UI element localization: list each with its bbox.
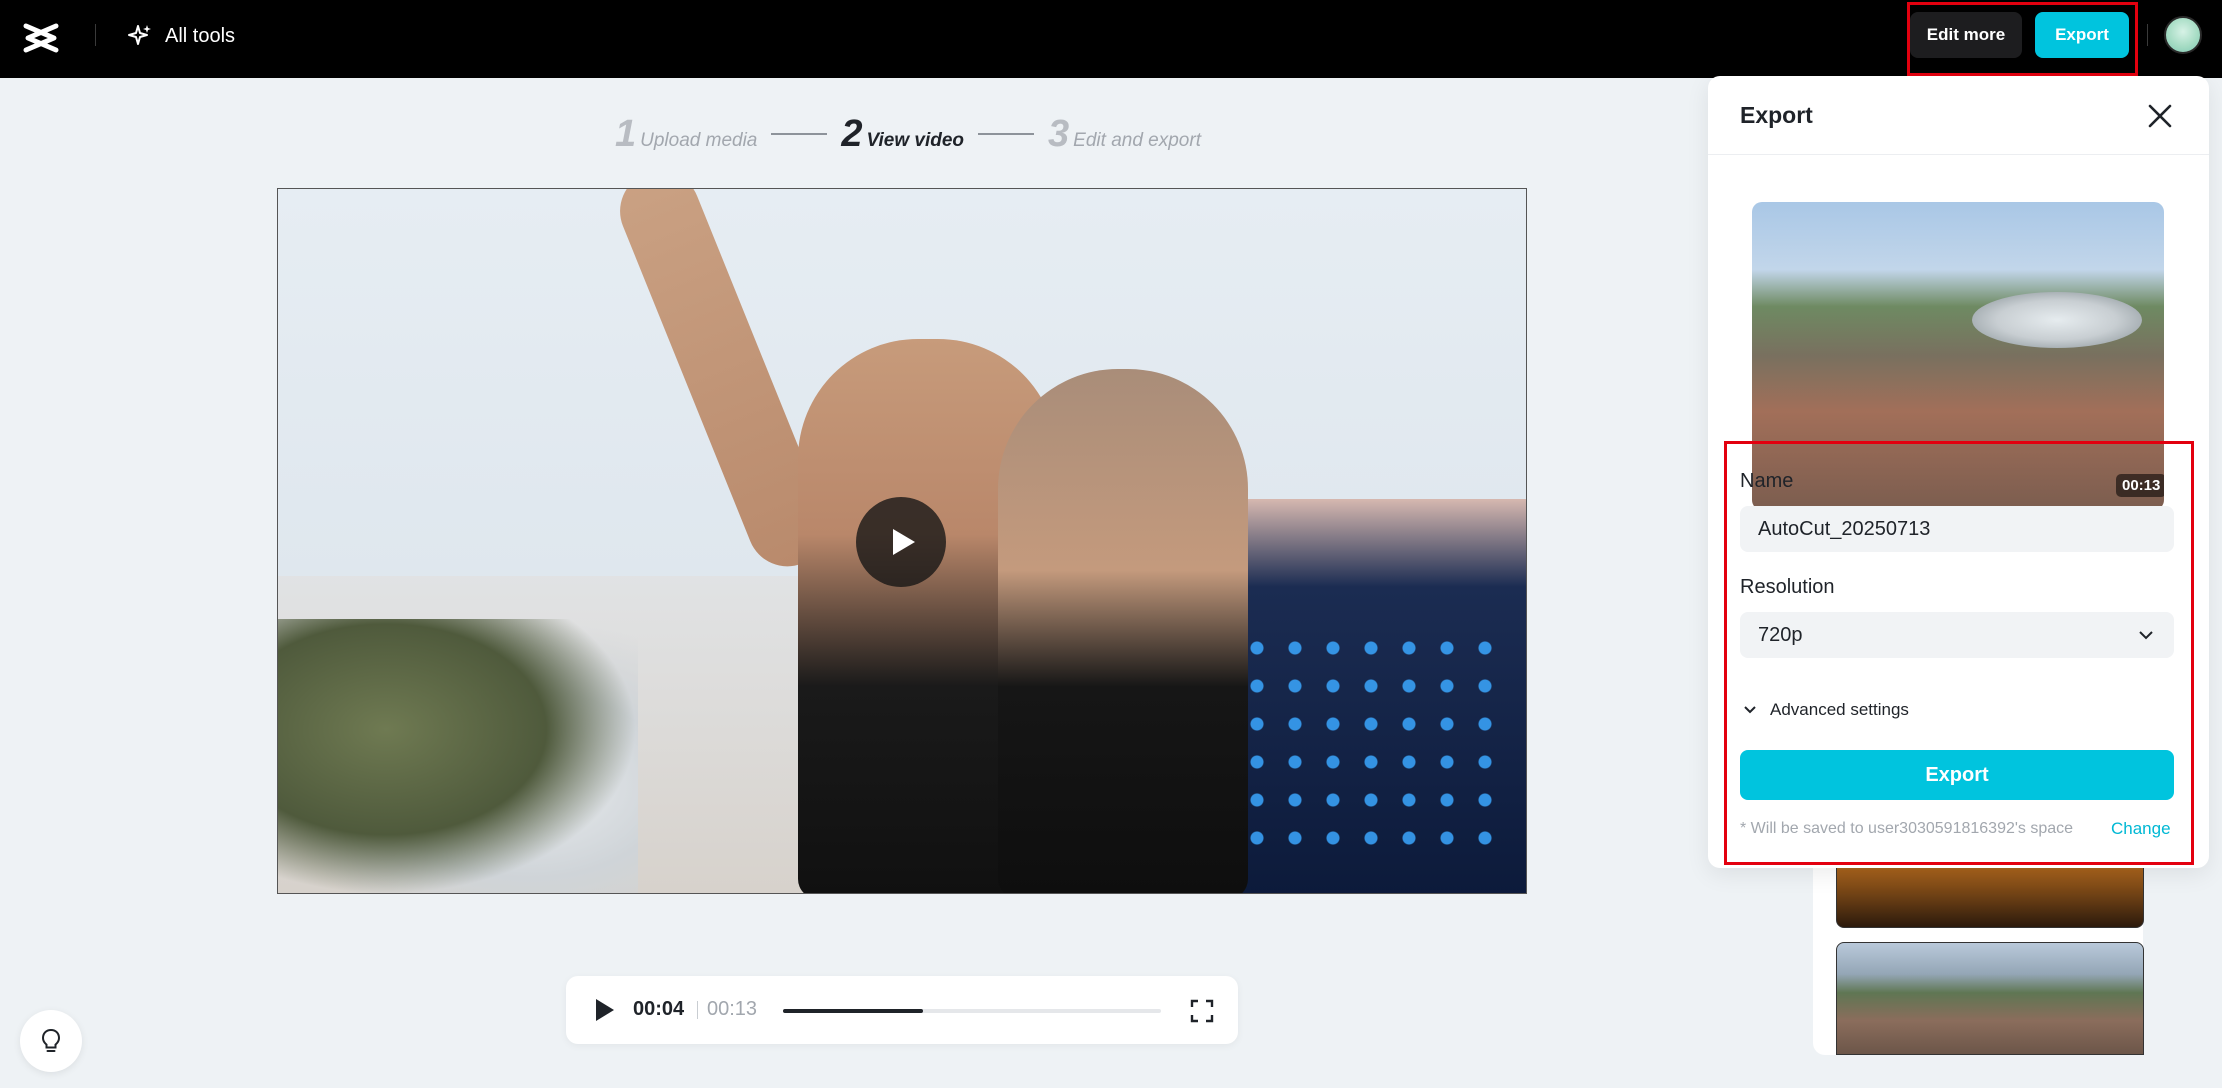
step-number: 1 [615,112,637,155]
total-time: 00:13 [707,998,758,1020]
chevron-down-icon [2139,631,2153,640]
player-controls: 00:04 00:13 [566,976,1238,1044]
sparkle-icon [128,25,151,45]
step-label: Upload media [640,129,758,151]
advanced-settings-label: Advanced settings [1770,700,1909,719]
clip-thumbnail[interactable] [1836,942,2144,1055]
progress-fill [783,1009,923,1013]
fullscreen-icon[interactable] [1189,998,1215,1024]
save-location-note: * Will be saved to user3030591816392's s… [1740,820,2074,837]
change-location-link[interactable]: Change [2111,819,2171,839]
divider [697,1001,698,1019]
divider [2147,24,2148,46]
step-connector [978,133,1035,135]
step-label: Edit and export [1073,129,1201,151]
divider [95,24,96,46]
lightbulb-icon [41,1028,61,1052]
resolution-label: Resolution [1740,576,1835,598]
progress-steps: 1 Upload media 2 View video 3 Edit and e… [615,112,1201,156]
chevron-down-icon [1744,706,1756,714]
avatar[interactable] [2164,16,2202,54]
progress-slider[interactable] [783,1009,1161,1013]
video-preview[interactable] [277,188,1527,894]
step-connector [771,133,828,135]
play-icon[interactable] [590,996,618,1024]
step-upload-media: 1 Upload media [615,113,757,156]
advanced-settings-toggle[interactable]: Advanced settings [1742,700,1909,720]
current-time: 00:04 [633,998,685,1020]
close-icon[interactable] [2142,98,2178,134]
step-view-video: 2 View video [841,113,964,156]
resolution-select[interactable]: 720p [1740,612,2174,658]
all-tools-label: All tools [165,24,236,47]
duration-badge: 00:13 [2116,474,2164,497]
divider [1708,154,2209,155]
name-label: Name [1740,470,1794,492]
export-button[interactable]: Export [1740,750,2174,800]
all-tools-button[interactable]: All tools [125,20,235,52]
resolution-value: 720p [1758,623,1803,646]
step-number: 3 [1048,112,1070,155]
export-button-top[interactable]: Export [2035,12,2129,58]
name-input[interactable]: AutoCut_20250713 [1740,506,2174,552]
tips-button[interactable] [20,1010,82,1072]
step-edit-and-export: 3 Edit and export [1048,113,1201,156]
export-panel-title: Export [1740,102,1813,128]
top-bar: All tools Edit more Export [0,0,2222,78]
export-thumbnail: 00:13 [1752,202,2164,510]
export-panel: Export 00:13 Name AutoCut_20250713 Resol… [1708,76,2209,868]
play-overlay-button[interactable] [856,497,946,587]
play-icon [893,529,915,555]
capcut-logo-icon[interactable] [20,18,62,60]
step-number: 2 [841,112,863,155]
edit-more-button[interactable]: Edit more [1910,12,2022,58]
step-label: View video [866,129,965,151]
